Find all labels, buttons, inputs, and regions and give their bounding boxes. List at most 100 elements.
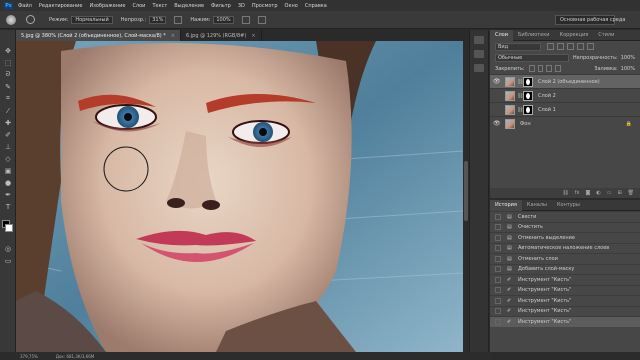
type-tool-icon[interactable]: T	[3, 202, 13, 211]
new-group-icon[interactable]: ▭	[607, 190, 612, 196]
lasso-tool-icon[interactable]: ᘐ	[3, 70, 13, 79]
menu-edit[interactable]: Редактирование	[39, 3, 83, 9]
layer-name[interactable]: Слой 2	[538, 93, 556, 99]
gradient-tool-icon[interactable]: ▣	[3, 166, 13, 175]
tab-document-5[interactable]: 5.jpg @ 380% (Слой 2 (объединенное), Сло…	[16, 30, 182, 41]
properties-panel-icon[interactable]	[474, 50, 484, 58]
lock-transparency-icon[interactable]	[528, 65, 535, 72]
menu-select[interactable]: Выделение	[174, 3, 204, 9]
tab-channels[interactable]: Каналы	[522, 200, 552, 211]
close-icon[interactable]: ×	[251, 33, 255, 39]
tab-styles[interactable]: Стили	[593, 30, 619, 41]
brush-tool-preset-icon[interactable]	[6, 14, 16, 25]
opacity-pressure-icon[interactable]	[174, 15, 183, 24]
pressure-input[interactable]: 100%	[213, 15, 234, 24]
eyedropper-tool-icon[interactable]: ⁄	[3, 106, 13, 115]
history-item[interactable]: ▤ Отменить слои	[490, 253, 640, 264]
history-source-checkbox[interactable]	[495, 213, 501, 220]
fx-icon[interactable]: fx	[575, 190, 580, 196]
history-source-checkbox[interactable]	[495, 266, 501, 273]
scrollbar-thumb[interactable]	[464, 161, 468, 221]
type-filter-icon[interactable]	[567, 43, 574, 50]
history-item[interactable]: ▤ Очистить	[490, 221, 640, 233]
menu-type[interactable]: Текст	[152, 3, 167, 9]
close-icon[interactable]: ×	[171, 33, 175, 39]
history-item[interactable]: ✐ Инструмент "Кисть"	[490, 274, 640, 285]
history-source-checkbox[interactable]	[495, 245, 501, 252]
adjustment-filter-icon[interactable]	[557, 43, 564, 50]
layer-mask-thumbnail[interactable]	[523, 104, 533, 115]
size-pressure-icon[interactable]	[257, 15, 266, 24]
crop-tool-icon[interactable]: ⌗	[3, 94, 13, 103]
history-item[interactable]: ✐ Инструмент "Кисть"	[490, 316, 640, 327]
history-item[interactable]: ✐ Инструмент "Кисть"	[490, 295, 640, 306]
tab-paths[interactable]: Контуры	[552, 200, 585, 211]
history-item[interactable]: ▤ Свести	[490, 211, 640, 222]
history-item[interactable]: ✐ Инструмент "Кисть"	[490, 284, 640, 296]
menu-filter[interactable]: Фильтр	[211, 3, 231, 9]
add-mask-icon[interactable]: ◙	[585, 190, 590, 196]
history-source-checkbox[interactable]	[495, 287, 501, 294]
layer-name[interactable]: Слой 2 (объединенное)	[538, 79, 600, 85]
lock-pixels-icon[interactable]	[537, 65, 544, 72]
layer-row[interactable]: ⛓ Слой 1	[490, 102, 640, 116]
background-color-swatch[interactable]	[5, 224, 13, 232]
new-layer-icon[interactable]: ⊞	[617, 190, 621, 196]
trash-icon[interactable]: 🗑	[628, 190, 634, 196]
history-source-checkbox[interactable]	[495, 255, 501, 262]
menu-file[interactable]: Файл	[18, 3, 32, 9]
shape-filter-icon[interactable]	[577, 43, 584, 50]
menu-3d[interactable]: 3D	[238, 3, 245, 9]
eraser-tool-icon[interactable]: ◇	[3, 154, 13, 163]
history-item[interactable]: ✐ Инструмент "Кисть"	[490, 305, 640, 317]
history-source-checkbox[interactable]	[495, 224, 501, 231]
layer-row[interactable]: 👁 ⛓ Слой 2 (объединенное)	[490, 74, 640, 88]
tab-document-6[interactable]: 6.jpg @ 129% (RGB/8#) ×	[181, 30, 262, 41]
tab-layers[interactable]: Слои	[490, 29, 513, 41]
layer-name[interactable]: Слой 1	[538, 107, 556, 113]
layer-row[interactable]: 👁 Фон 🔒	[490, 116, 640, 130]
workspace-select[interactable]: Основная рабочая среда	[555, 15, 625, 25]
dodge-tool-icon[interactable]: ●	[3, 178, 13, 187]
menu-layers[interactable]: Слои	[132, 3, 145, 9]
document-canvas[interactable]	[16, 41, 463, 352]
lock-position-icon[interactable]	[546, 65, 553, 72]
pixel-filter-icon[interactable]	[547, 43, 554, 50]
tab-libraries[interactable]: Библиотеки	[513, 30, 555, 41]
history-item[interactable]: ▤ Автоматическое наложение слоев	[490, 242, 640, 254]
history-item[interactable]: ▤ Добавить слой-маску	[490, 263, 640, 275]
screen-mode-icon[interactable]: ▭	[3, 256, 13, 265]
zoom-level[interactable]: 379,75%	[20, 354, 38, 359]
history-item[interactable]: ▤ Отменить выделение	[490, 232, 640, 243]
tab-adjustments[interactable]: Коррекция	[555, 30, 594, 41]
layer-opacity-input[interactable]: 100%	[621, 55, 635, 61]
layer-filter-select[interactable]: Вид	[495, 42, 541, 51]
smart-object-filter-icon[interactable]	[587, 43, 594, 50]
quick-select-tool-icon[interactable]: ✎	[3, 82, 13, 91]
menu-view[interactable]: Просмотр	[252, 3, 278, 9]
layer-mask-thumbnail[interactable]	[523, 90, 533, 101]
visibility-eye-icon[interactable]: 👁	[493, 78, 502, 85]
history-source-checkbox[interactable]	[495, 297, 501, 304]
tab-history[interactable]: История	[490, 199, 522, 211]
history-source-checkbox[interactable]	[495, 276, 501, 283]
history-source-checkbox[interactable]	[495, 308, 501, 315]
history-source-checkbox[interactable]	[495, 234, 501, 241]
blend-mode-select[interactable]: Обычные	[495, 53, 569, 62]
menu-image[interactable]: Изображение	[89, 3, 125, 9]
healing-tool-icon[interactable]: ✚	[3, 118, 13, 127]
brush-tool-icon[interactable]: ✐	[3, 130, 13, 139]
link-layers-icon[interactable]: ⛓	[562, 190, 568, 196]
menu-help[interactable]: Справка	[305, 3, 327, 9]
brush-size-picker[interactable]	[26, 15, 35, 24]
history-source-checkbox[interactable]	[495, 318, 501, 325]
layer-row[interactable]: ⛓ Слой 2	[490, 88, 640, 102]
airbrush-icon[interactable]	[241, 15, 250, 24]
mode-select[interactable]: Нормальный	[71, 15, 113, 24]
visibility-eye-icon[interactable]: 👁	[493, 120, 502, 127]
stamp-tool-icon[interactable]: ⊥	[3, 142, 13, 151]
marquee-tool-icon[interactable]: ⬚	[3, 58, 13, 67]
color-panel-icon[interactable]	[474, 64, 484, 72]
adjustment-layer-icon[interactable]: ◐	[596, 190, 600, 196]
pen-tool-icon[interactable]: ✒	[3, 190, 13, 199]
